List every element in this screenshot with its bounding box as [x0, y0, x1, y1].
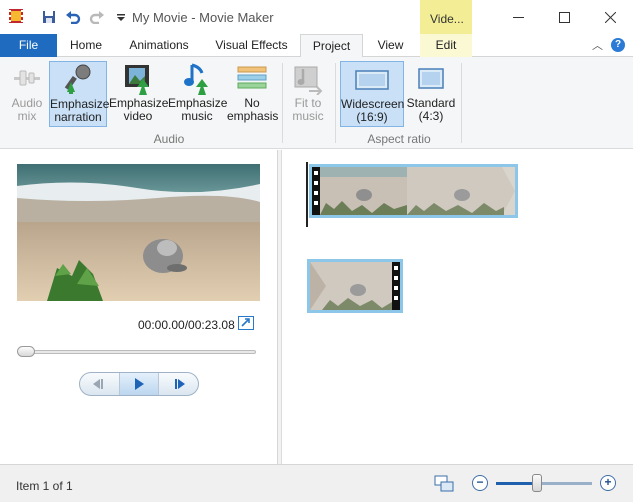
fit-to-music-icon: [294, 66, 323, 95]
fit-to-music-button[interactable]: Fit to music: [286, 61, 330, 127]
redo-icon: [89, 11, 104, 24]
clip-thumbnails: [312, 167, 515, 215]
contextual-group-label: Vide...: [430, 12, 464, 26]
no-emphasis-label-2: emphasis: [227, 109, 279, 123]
standard-label-2: (4:3): [418, 109, 444, 123]
tab-animations[interactable]: Animations: [115, 34, 203, 57]
undo-icon: [66, 11, 81, 24]
tab-project[interactable]: Project: [300, 34, 363, 58]
seek-bar-track[interactable]: [18, 350, 256, 354]
previous-frame-button[interactable]: [80, 373, 120, 395]
zoom-slider-thumb[interactable]: [532, 474, 542, 492]
storyboard-pane: [283, 150, 633, 464]
emphasize-video-button[interactable]: Emphasize video: [109, 61, 168, 127]
minimize-icon: [512, 16, 524, 18]
window-controls: [495, 0, 633, 34]
emphasize-narration-button[interactable]: Emphasize narration: [49, 61, 109, 127]
zoom-out-button[interactable]: −: [472, 475, 488, 491]
close-icon: [604, 11, 616, 23]
tab-edit[interactable]: Edit: [420, 34, 472, 57]
previous-frame-icon: [93, 379, 104, 389]
title-bar: My Movie - Movie Maker Vide...: [0, 0, 633, 34]
undo-button[interactable]: [64, 8, 82, 26]
fullscreen-preview-button[interactable]: [238, 316, 254, 330]
fit-to-music-label-2: music: [292, 109, 324, 123]
audio-mix-icon: [14, 70, 40, 86]
group-separator: [282, 63, 283, 143]
window-title: My Movie - Movie Maker: [132, 10, 274, 25]
film-icon: [125, 65, 149, 95]
group-separator: [461, 63, 462, 143]
no-emphasis-icon: [237, 66, 267, 89]
redo-button[interactable]: [88, 8, 106, 26]
save-button[interactable]: [40, 8, 58, 26]
status-item-count: Item 1 of 1: [16, 479, 73, 493]
audio-group-label: Audio: [153, 132, 185, 146]
seek-bar-thumb[interactable]: [17, 346, 35, 357]
tab-file[interactable]: File: [0, 34, 57, 57]
aspect-ratio-group-label: Aspect ratio: [367, 132, 431, 146]
playhead[interactable]: [306, 162, 308, 227]
help-icon[interactable]: ?: [611, 38, 625, 52]
play-icon: [135, 378, 144, 390]
emphasize-narration-label-2: narration: [54, 110, 102, 124]
quick-access-toolbar: [40, 8, 130, 26]
customize-qat-button[interactable]: [112, 8, 130, 26]
emphasize-music-label-2: music: [181, 109, 213, 123]
chevron-down-icon: [117, 14, 125, 21]
minimize-button[interactable]: [495, 0, 541, 34]
zoom-in-button[interactable]: +: [600, 475, 616, 491]
standard-icon: [418, 68, 444, 89]
audio-mix-button[interactable]: Audio mix: [6, 61, 48, 127]
video-preview[interactable]: [17, 164, 260, 301]
microphone-icon: [64, 64, 91, 94]
status-bar: Item 1 of 1 − +: [0, 464, 633, 502]
maximize-button[interactable]: [541, 0, 587, 34]
save-icon: [43, 11, 55, 23]
tab-home[interactable]: Home: [57, 34, 115, 57]
minimize-ribbon-icon[interactable]: ︿: [592, 37, 603, 53]
thumbnail-size-button[interactable]: [434, 475, 454, 492]
zoom-slider-track-rest[interactable]: [540, 482, 592, 485]
audio-mix-label-2: mix: [17, 109, 37, 123]
music-note-icon: [184, 63, 208, 95]
movie-maker-app-icon[interactable]: [8, 8, 24, 24]
tab-view[interactable]: View: [363, 34, 418, 57]
video-clip-item[interactable]: [307, 259, 403, 313]
video-clip-item[interactable]: [309, 164, 518, 218]
video-frame-image: [17, 164, 260, 301]
timecode: 00:00.00/00:23.08: [138, 318, 235, 332]
no-emphasis-button[interactable]: No emphasis: [227, 61, 279, 127]
group-separator: [335, 63, 336, 143]
tab-visual-effects[interactable]: Visual Effects: [203, 34, 300, 57]
clip-thumbnail: [310, 262, 400, 310]
emphasize-music-button[interactable]: Emphasize music: [168, 61, 227, 127]
next-frame-button[interactable]: [159, 373, 198, 395]
standard-button[interactable]: Standard (4:3): [406, 61, 456, 127]
ribbon-project: Audio mix Emphasize narration Emphasize …: [0, 57, 633, 149]
emphasize-video-label-2: video: [123, 109, 153, 123]
widescreen-icon: [355, 70, 389, 90]
maximize-icon: [558, 11, 570, 23]
play-button[interactable]: [119, 373, 160, 395]
ribbon-tab-row: File Home Animations Visual Effects Proj…: [0, 34, 633, 58]
pane-splitter[interactable]: [278, 150, 282, 464]
widescreen-label-2: (16:9): [356, 110, 388, 124]
close-button[interactable]: [587, 0, 633, 34]
preview-pane: 00:00.00/00:23.08: [0, 150, 278, 464]
transport-controls: [79, 372, 199, 396]
next-frame-icon: [174, 379, 185, 389]
video-tools-context-header: Vide...: [420, 0, 472, 34]
widescreen-button[interactable]: Widescreen (16:9): [340, 61, 404, 127]
